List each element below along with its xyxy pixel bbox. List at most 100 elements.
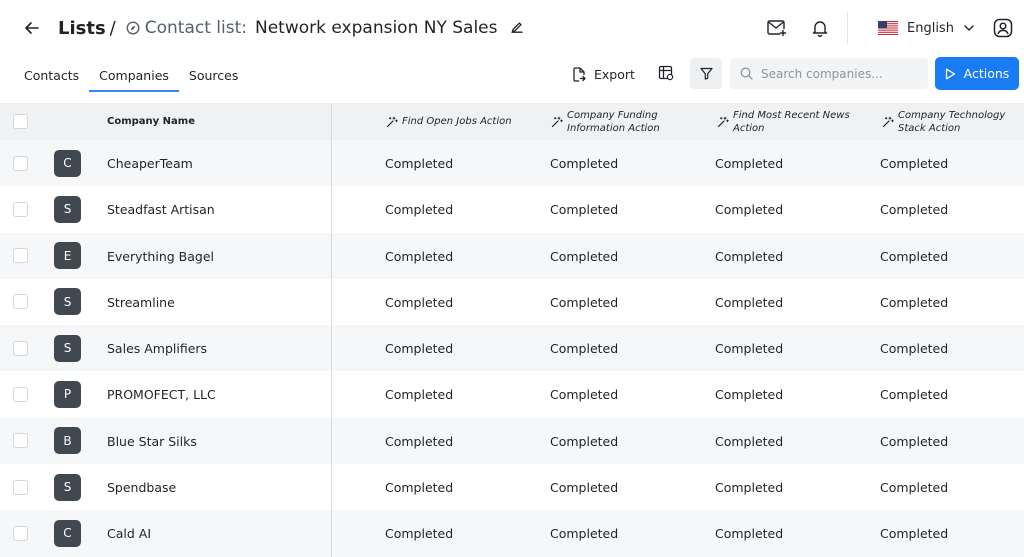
- status-cell-funding: Completed: [550, 294, 619, 310]
- table-settings-button[interactable]: [658, 65, 676, 83]
- tab-companies[interactable]: Companies: [89, 60, 179, 92]
- tab-contacts[interactable]: Contacts: [14, 60, 89, 90]
- status-cell-news: Completed: [715, 248, 784, 264]
- table-row[interactable]: S Spendbase Completed Completed Completed Com…: [0, 464, 1024, 510]
- status-cell-tech: Completed: [880, 202, 949, 218]
- companies-table: Company Name Find Open Jobs Action Compa…: [0, 103, 1024, 557]
- company-name-cell[interactable]: Everything Bagel: [107, 249, 214, 264]
- company-name-cell[interactable]: Blue Star Silks: [107, 434, 197, 449]
- list-type-label: Contact list:: [144, 18, 247, 38]
- language-label: English: [907, 20, 954, 36]
- table-row[interactable]: S Streamline Completed Completed Completed Co…: [0, 279, 1024, 325]
- column-header-company-name[interactable]: Company Name: [107, 103, 195, 140]
- row-checkbox[interactable]: [13, 248, 28, 264]
- company-avatar: S: [54, 334, 81, 362]
- status-cell-tech: Completed: [880, 480, 949, 496]
- table-row[interactable]: S Steadfast Artisan Completed Completed Comp…: [0, 186, 1024, 232]
- compass-icon: [126, 21, 140, 35]
- company-avatar: B: [54, 427, 81, 455]
- company-name-cell[interactable]: Sales Amplifiers: [107, 341, 207, 356]
- status-cell-jobs: Completed: [385, 202, 454, 218]
- status-cell-tech: Completed: [880, 387, 949, 403]
- notifications-button[interactable]: [809, 17, 831, 39]
- company-avatar: P: [54, 380, 81, 408]
- column-header-find-open-jobs[interactable]: Find Open Jobs Action: [386, 103, 512, 140]
- table-row[interactable]: P PROMOFECT, LLC Completed Completed Complet…: [0, 371, 1024, 417]
- status-cell-funding: Completed: [550, 248, 619, 264]
- company-name-cell[interactable]: PROMOFECT, LLC: [107, 387, 216, 402]
- table-row[interactable]: B Blue Star Silks Completed Completed Comple…: [0, 417, 1024, 465]
- status-cell-tech: Completed: [880, 156, 949, 171]
- status-cell-news: Completed: [715, 156, 784, 171]
- status-cell-news: Completed: [715, 387, 784, 403]
- status-cell-funding: Completed: [550, 433, 619, 449]
- export-button[interactable]: Export: [572, 64, 635, 84]
- breadcrumb-separator: /: [109, 17, 116, 39]
- company-name-cell[interactable]: CheaperTeam: [107, 156, 193, 171]
- status-cell-jobs: Completed: [385, 480, 454, 496]
- row-checkbox[interactable]: [13, 201, 28, 217]
- row-checkbox[interactable]: [13, 479, 28, 495]
- column-header-find-recent-news[interactable]: Find Most Recent News Action: [717, 103, 857, 140]
- table-settings-icon: [658, 65, 674, 81]
- company-name-cell[interactable]: Spendbase: [107, 480, 176, 495]
- status-cell-news: Completed: [715, 341, 784, 357]
- company-avatar: E: [54, 242, 81, 270]
- table-row[interactable]: C Cald AI Completed Completed Completed Compl…: [0, 510, 1024, 557]
- status-cell-news: Completed: [715, 294, 784, 310]
- edit-title-button[interactable]: [510, 20, 526, 36]
- company-name-cell[interactable]: Cald AI: [107, 526, 151, 541]
- row-checkbox[interactable]: [13, 386, 28, 402]
- actions-label: Actions: [963, 66, 1010, 81]
- status-cell-tech: Completed: [880, 433, 949, 449]
- play-icon: [945, 68, 955, 79]
- company-avatar: C: [54, 149, 81, 177]
- column-header-label: Company Funding Information Action: [567, 109, 660, 134]
- invite-mail-button[interactable]: [766, 17, 788, 39]
- search-input[interactable]: [761, 66, 921, 81]
- status-cell-funding: Completed: [550, 387, 619, 403]
- company-avatar: S: [54, 288, 81, 316]
- row-checkbox[interactable]: [13, 155, 28, 171]
- company-avatar: S: [54, 195, 81, 223]
- tab-sources[interactable]: Sources: [179, 60, 248, 90]
- status-cell-jobs: Completed: [385, 341, 454, 357]
- back-button[interactable]: [22, 18, 42, 38]
- select-all-checkbox[interactable]: [13, 114, 28, 129]
- header-divider: [847, 12, 848, 44]
- row-checkbox[interactable]: [13, 433, 28, 449]
- user-profile-button[interactable]: [992, 17, 1014, 39]
- mail-plus-icon: [767, 20, 787, 36]
- table-row[interactable]: C CheaperTeam Completed Completed Completed C…: [0, 140, 1024, 187]
- user-circle-icon: [993, 18, 1013, 38]
- pencil-icon: [510, 22, 523, 33]
- status-cell-jobs: Completed: [385, 433, 454, 449]
- status-cell-funding: Completed: [550, 526, 619, 542]
- table-row[interactable]: S Sales Amplifiers Completed Completed Compl…: [0, 325, 1024, 372]
- tab-bar: Contacts Companies Sources: [14, 60, 248, 92]
- filter-icon: [699, 67, 713, 80]
- row-checkbox[interactable]: [13, 294, 28, 310]
- filter-button[interactable]: [690, 58, 722, 89]
- company-avatar: S: [54, 473, 81, 501]
- status-cell-news: Completed: [715, 526, 784, 542]
- column-header-label: Company Technology Stack Action: [898, 109, 1006, 134]
- actions-button[interactable]: Actions: [935, 57, 1019, 90]
- column-header-label: Find Most Recent News Action: [733, 109, 850, 134]
- status-cell-jobs: Completed: [385, 526, 454, 542]
- breadcrumb-lists-link[interactable]: Lists: [58, 18, 106, 39]
- chevron-down-icon: [964, 25, 974, 31]
- export-label: Export: [594, 66, 635, 82]
- status-cell-funding: Completed: [550, 480, 619, 496]
- company-name-cell[interactable]: Steadfast Artisan: [107, 202, 215, 217]
- row-checkbox[interactable]: [13, 340, 28, 356]
- column-header-technology-stack[interactable]: Company Technology Stack Action: [882, 103, 1022, 140]
- company-name-cell[interactable]: Streamline: [107, 295, 175, 310]
- status-cell-news: Completed: [715, 433, 784, 449]
- status-cell-tech: Completed: [880, 341, 949, 357]
- table-row[interactable]: E Everything Bagel Completed Completed Compl…: [0, 232, 1024, 279]
- row-checkbox[interactable]: [13, 525, 28, 541]
- status-cell-jobs: Completed: [385, 156, 454, 171]
- language-selector[interactable]: English: [878, 16, 974, 40]
- column-header-company-funding[interactable]: Company Funding Information Action: [551, 103, 681, 140]
